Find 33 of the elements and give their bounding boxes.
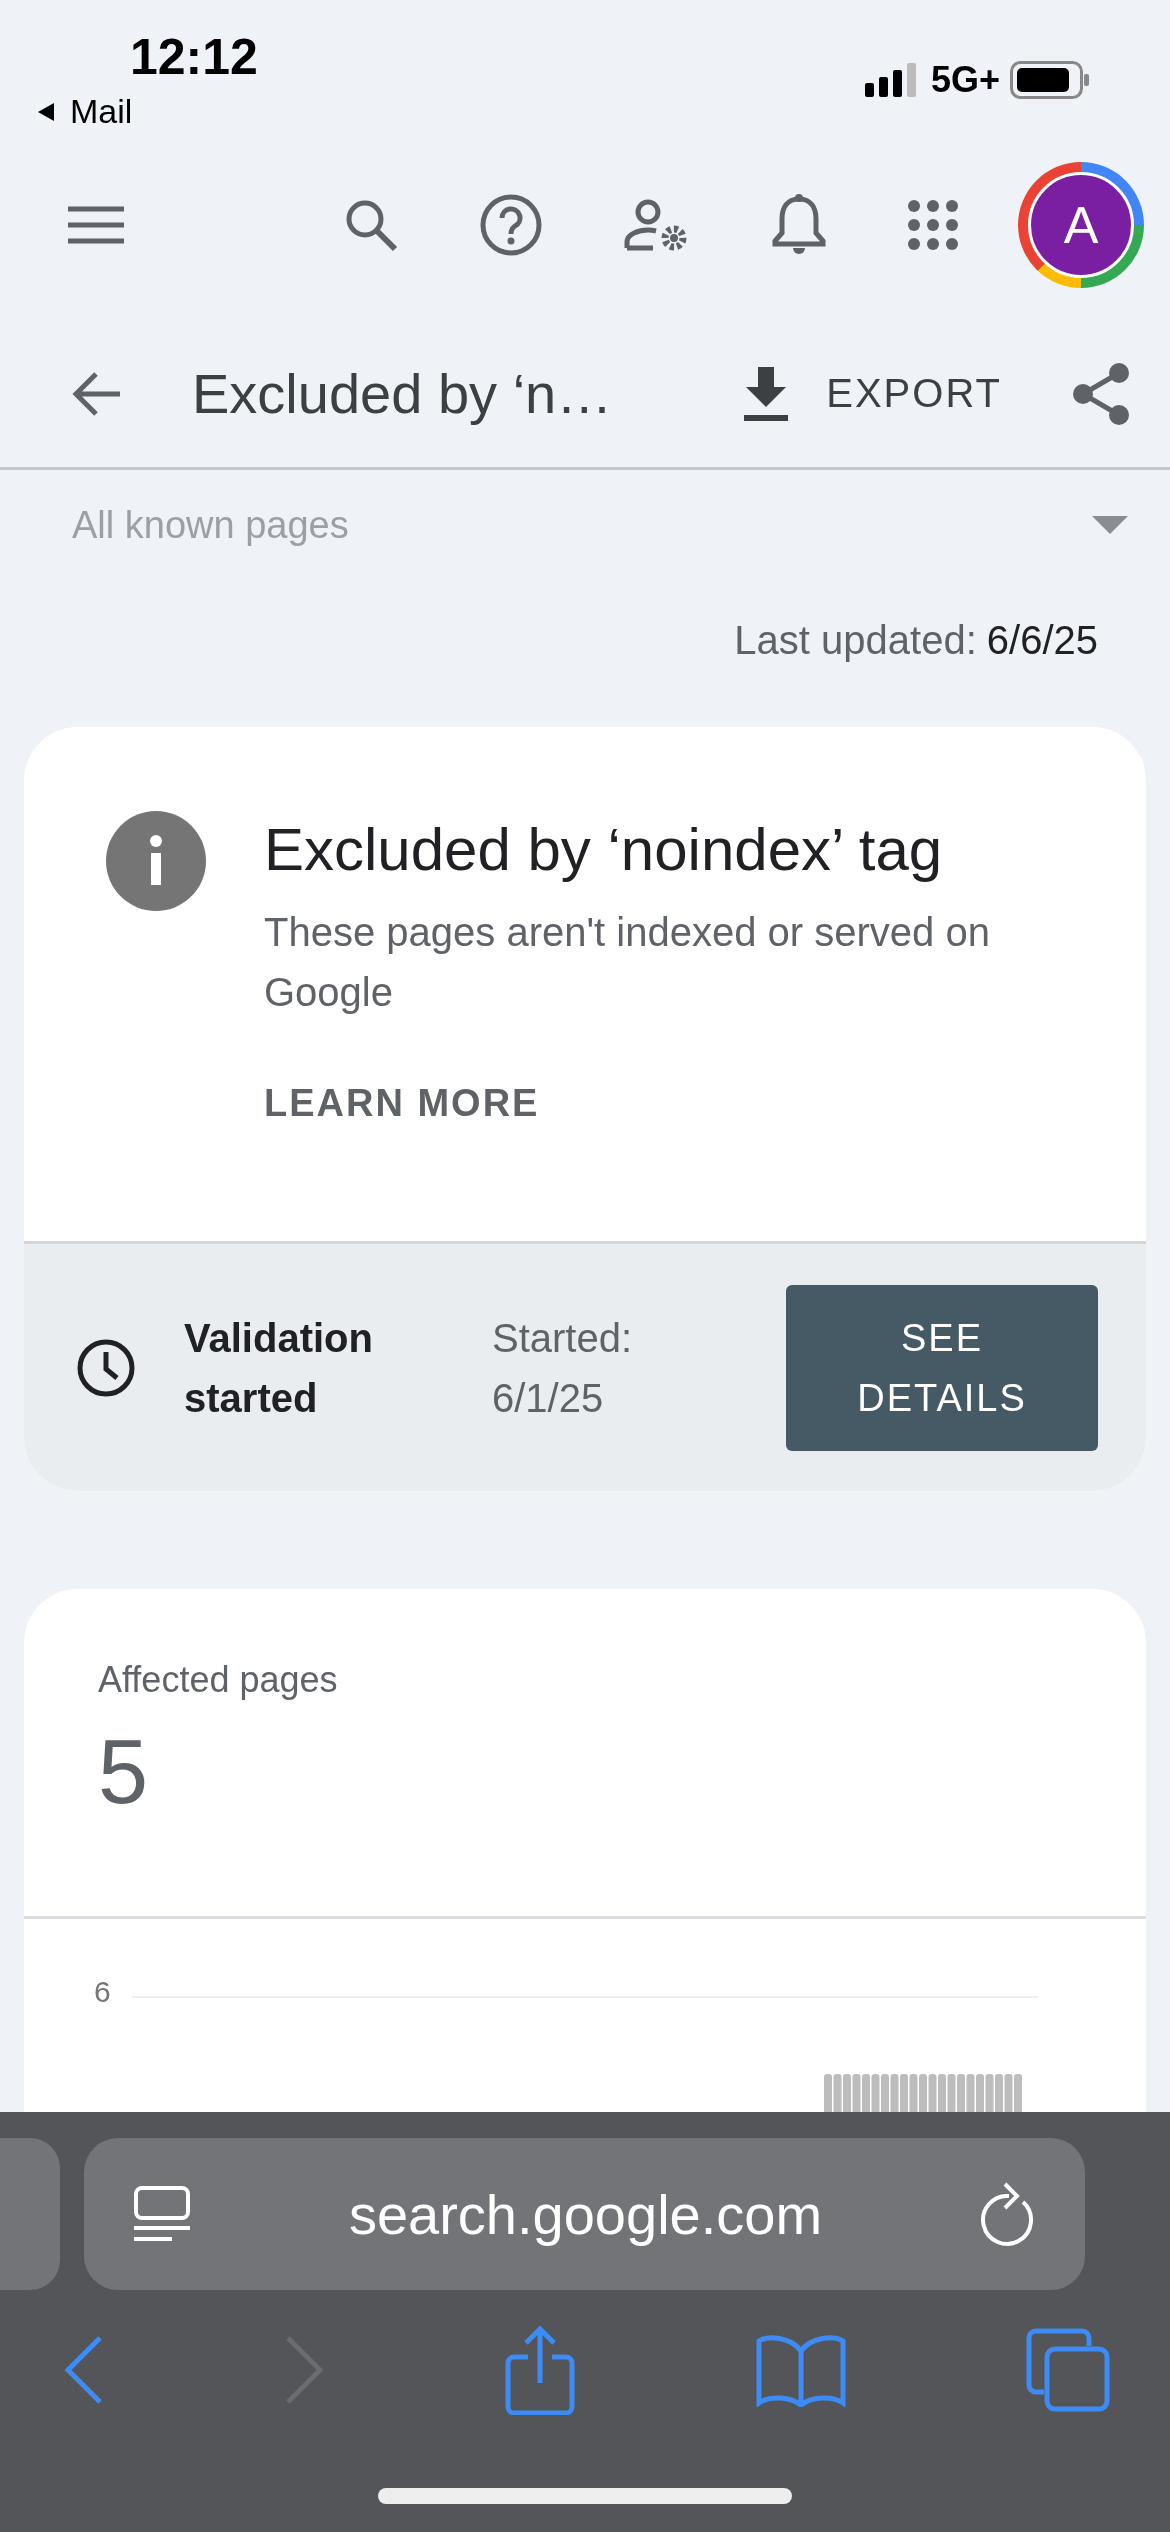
page-title: Excluded by ‘n… xyxy=(192,361,614,426)
battery-icon xyxy=(1010,61,1090,99)
affected-pages-label: Affected pages xyxy=(98,1659,339,1701)
back-triangle-icon xyxy=(36,101,56,122)
back-to-app-link[interactable]: Mail xyxy=(36,92,258,131)
issue-description: These pages aren't indexed or served on Google xyxy=(264,909,991,1016)
menu-icon[interactable] xyxy=(68,205,124,245)
validation-status: Validation started xyxy=(184,1314,374,1422)
learn-more-link[interactable]: LEARN MORE xyxy=(264,1082,540,1125)
export-button[interactable]: EXPORT xyxy=(744,366,1002,421)
dropdown-caret-icon xyxy=(1092,516,1128,534)
download-icon xyxy=(744,366,789,421)
clock-icon xyxy=(76,1337,136,1398)
status-time: 12:12 xyxy=(130,28,258,86)
issue-title: Excluded by ‘noindex’ tag xyxy=(264,815,943,884)
search-icon[interactable] xyxy=(344,198,398,252)
reader-icon xyxy=(132,2186,192,2242)
share-icon[interactable] xyxy=(1072,362,1130,425)
last-updated-date: 6/6/25 xyxy=(986,618,1098,663)
notification-bell-icon[interactable] xyxy=(772,193,826,257)
started-date: 6/1/25 xyxy=(492,1374,605,1422)
started-label: Started: xyxy=(492,1314,634,1362)
address-bar[interactable]: search.google.com xyxy=(84,2138,1085,2290)
apps-grid-icon[interactable] xyxy=(908,200,958,250)
help-icon[interactable] xyxy=(480,194,542,256)
network-label: 5G+ xyxy=(930,59,1000,101)
see-details-button[interactable]: SEE DETAILS xyxy=(786,1284,1098,1451)
axis-tick-label: 6 xyxy=(94,1975,111,2009)
last-updated-label: Last updated: xyxy=(734,618,977,663)
info-icon xyxy=(106,811,206,911)
affected-pages-count: 5 xyxy=(98,1721,150,1824)
account-avatar[interactable]: A xyxy=(1018,162,1144,288)
back-arrow-icon[interactable] xyxy=(72,370,122,417)
